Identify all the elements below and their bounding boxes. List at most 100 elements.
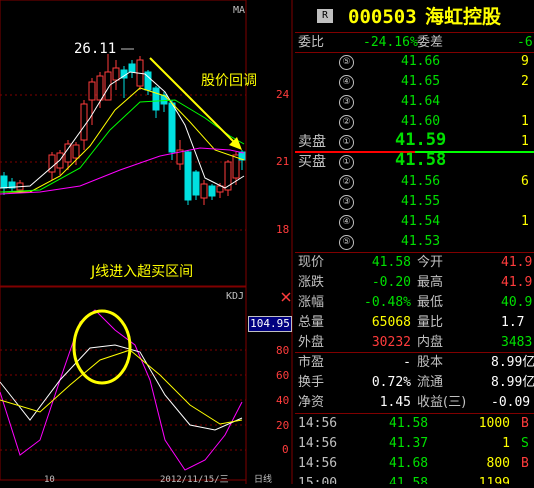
quote-label: 最低 <box>417 295 444 310</box>
kdj-lines <box>0 309 243 471</box>
buy-level-number: ③ <box>339 195 354 210</box>
kdj-frame <box>0 286 247 481</box>
quote-value: 41.9 <box>501 255 533 270</box>
tick-price: 41.58 <box>389 416 429 431</box>
kdj-tick: 80 <box>276 344 290 357</box>
sell-order-row[interactable]: ④ 41.65 2 <box>295 72 534 92</box>
tick-time: 14:56 <box>298 436 338 451</box>
fundamental-label: 换手 <box>298 375 325 390</box>
kline-chart[interactable]: MA 26.11 股价回调 J线进入超买区间 KDJ 24 21 18 104.… <box>0 0 295 485</box>
candle-body <box>152 87 160 111</box>
candle-body <box>88 81 96 101</box>
fundamental-value: 8.99亿 <box>491 355 534 370</box>
candle-body <box>104 71 112 101</box>
tick-time: 15:00 <box>298 476 338 484</box>
fundamental-value: -0.09 <box>491 395 531 410</box>
buy-price: 41.54 <box>401 214 441 229</box>
sell-order-row[interactable]: ③ 41.64 <box>295 92 534 112</box>
kdj-current-value: 104.95 <box>248 316 292 332</box>
candle-body <box>80 103 88 141</box>
quote-label: 量比 <box>417 315 444 330</box>
order-ratio-row: 委比 -24.16% 委差 -6 <box>295 33 534 53</box>
quote-row: 总量 65068 量比 1.7 <box>295 313 534 333</box>
pullback-annotation: 股价回调 <box>201 73 257 89</box>
sell-order-row[interactable]: 卖盘 ① 41.59 1 <box>295 130 534 152</box>
tick-row[interactable]: 14:56 41.58 1000 B <box>295 414 534 434</box>
candle-body <box>200 183 208 199</box>
kdj-tick: 0 <box>282 443 289 456</box>
price-tick: 24 <box>276 88 290 101</box>
quote-value: 40.9 <box>501 295 533 310</box>
buy-order-row[interactable]: ⑤ 41.53 <box>295 232 534 252</box>
sell-volume: 2 <box>521 74 529 89</box>
tick-volume: 1199 <box>478 476 510 484</box>
quote-value: 65068 <box>371 315 411 330</box>
fundamental-label: 股本 <box>417 355 444 370</box>
buy-order-row[interactable]: 买盘 ① 41.58 <box>295 150 534 172</box>
price-tick: 21 <box>276 155 290 168</box>
kdj-tick: 40 <box>276 394 290 407</box>
buy-price: 41.53 <box>401 234 441 249</box>
tick-volume: 800 <box>486 456 510 471</box>
close-icon[interactable] <box>281 292 291 302</box>
candle-body <box>48 154 56 173</box>
kdj-j-line <box>0 309 243 471</box>
quote-panel: R 000503 海虹控股 委比 -24.16% 委差 -6 ⑤ 41.66 9 ④ 4… <box>295 0 534 484</box>
candle-body <box>128 63 136 73</box>
candle-body <box>168 102 176 153</box>
buy-order-row[interactable]: ② 41.56 6 <box>295 172 534 192</box>
sell-level-number: ① <box>339 135 354 150</box>
price-tick: 18 <box>276 223 290 236</box>
quote-row: 现价 41.58 今开 41.9 <box>295 253 534 273</box>
fundamental-label: 流通 <box>417 375 444 390</box>
ma-indicator-label: MA <box>233 5 246 16</box>
fundamental-value: 8.99亿 <box>491 375 534 390</box>
tick-volume: 1000 <box>478 416 510 431</box>
fundamental-value: 1.45 <box>379 395 411 410</box>
sell-order-row[interactable]: ⑤ 41.66 9 <box>295 52 534 72</box>
buy-level-number: ⑤ <box>339 235 354 250</box>
buy-order-row[interactable]: ④ 41.54 1 <box>295 212 534 232</box>
fundamental-row: 净资 1.45 收益(三) -0.09 <box>295 393 534 413</box>
tick-row[interactable]: 14:56 41.68 800 B <box>295 454 534 474</box>
sell-volume: 9 <box>521 54 529 69</box>
sell-price: 41.60 <box>401 114 441 129</box>
buy-price: 41.55 <box>401 194 441 209</box>
sell-level-number: ④ <box>339 75 354 90</box>
fundamental-label: 市盈 <box>298 355 325 370</box>
quote-row: 外盘 30232 内盘 3483 <box>295 333 534 353</box>
buy-level-number: ② <box>339 175 354 190</box>
fundamental-value: 0.72% <box>371 375 411 390</box>
tick-row[interactable]: 14:56 41.37 1 S <box>295 434 534 454</box>
tick-row[interactable]: 15:00 41.58 1199 <box>295 474 534 484</box>
candle-body <box>192 171 200 196</box>
stock-name: 海虹控股 <box>425 6 502 28</box>
order-diff-value: -6 <box>517 35 533 50</box>
tick-volume: 1 <box>502 436 510 451</box>
quote-value: -0.20 <box>371 275 411 290</box>
kdj-k-line <box>0 344 243 431</box>
candle-body <box>72 144 80 159</box>
buy-price: 41.56 <box>401 174 441 189</box>
fundamental-label: 收益(三) <box>417 395 467 410</box>
quote-label: 最高 <box>417 275 444 290</box>
tick-time: 14:56 <box>298 416 338 431</box>
buy-order-row[interactable]: ③ 41.55 <box>295 192 534 212</box>
price-gridlines <box>0 94 246 231</box>
quote-label: 内盘 <box>417 335 444 350</box>
tick-side: B <box>521 456 529 471</box>
sell-level-number: ⑤ <box>339 55 354 70</box>
quote-label: 今开 <box>417 255 444 270</box>
overbought-annotation: J线进入超买区间 <box>91 264 194 280</box>
sell-volume: 1 <box>521 134 529 149</box>
order-ratio-label: 委比 <box>298 35 325 50</box>
sell-level-number: ② <box>339 115 354 130</box>
margin-badge: R <box>317 9 333 23</box>
stock-header: R 000503 海虹控股 <box>295 0 534 32</box>
sell-price: 41.66 <box>401 54 441 69</box>
kdj-tick: 20 <box>276 419 290 432</box>
sell-price: 41.65 <box>401 74 441 89</box>
sell-order-row[interactable]: ② 41.60 1 <box>295 112 534 132</box>
candle-body <box>184 151 192 201</box>
buy-level-number: ① <box>339 155 354 170</box>
